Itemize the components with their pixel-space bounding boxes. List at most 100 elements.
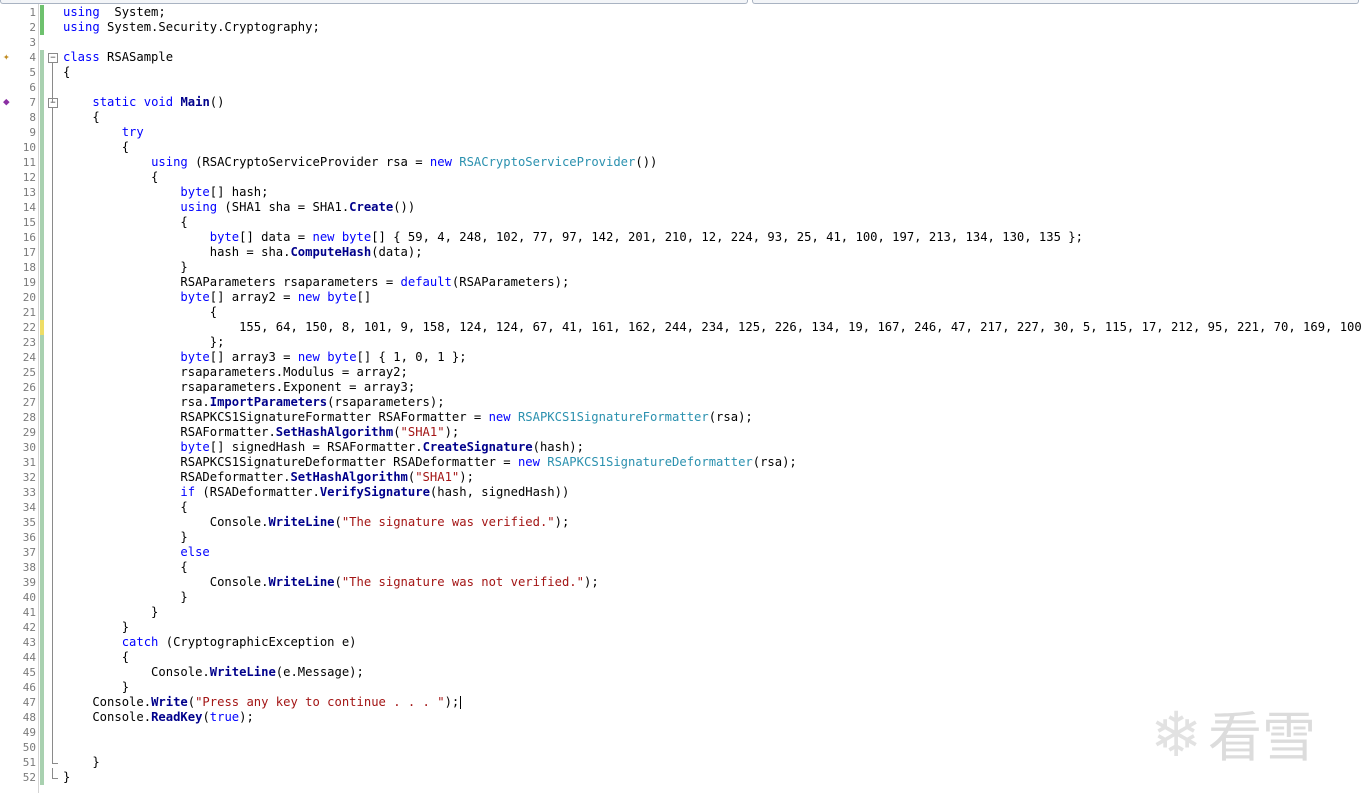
code-line[interactable]: hash = sha.ComputeHash(data); <box>63 245 423 260</box>
code-token: new <box>312 230 335 244</box>
code-token: Main <box>180 95 210 109</box>
code-line[interactable]: { <box>63 500 187 515</box>
code-token: ( <box>187 695 196 709</box>
code-line[interactable]: rsaparameters.Modulus = array2; <box>63 365 407 380</box>
code-line[interactable]: if (RSADeformatter.VerifySignature(hash,… <box>63 485 569 500</box>
code-token: using <box>63 20 100 34</box>
code-line[interactable]: RSAParameters rsaparameters = default(RS… <box>63 275 569 290</box>
code-line[interactable]: using System; <box>63 5 166 20</box>
code-line[interactable]: } <box>63 770 70 785</box>
line-number: 34 <box>22 501 36 514</box>
line-number: 23 <box>22 336 36 349</box>
code-line[interactable]: rsa.ImportParameters(rsaparameters); <box>63 395 445 410</box>
code-line[interactable]: }; <box>63 335 225 350</box>
code-token: ); <box>444 695 460 709</box>
line-number: 50 <box>22 741 36 754</box>
code-token: [] hash; <box>209 185 269 199</box>
code-token: ()) <box>635 155 658 169</box>
code-token: default <box>400 275 452 289</box>
code-token: (RSACryptoServiceProvider rsa = <box>187 155 430 169</box>
code-line[interactable]: byte[] array2 = new byte[] <box>63 290 371 305</box>
code-token: (hash); <box>532 440 584 454</box>
code-line[interactable]: byte[] hash; <box>63 185 268 200</box>
code-line[interactable]: { <box>63 65 70 80</box>
code-token: (data); <box>371 245 423 259</box>
code-line[interactable]: byte[] signedHash = RSAFormatter.CreateS… <box>63 440 584 455</box>
line-number: 35 <box>22 516 36 529</box>
code-token: (RSAParameters); <box>451 275 570 289</box>
code-line[interactable]: byte[] data = new byte[] { 59, 4, 248, 1… <box>63 230 1083 245</box>
code-token: ImportParameters <box>209 395 328 409</box>
code-token: true <box>209 710 240 724</box>
line-number: 48 <box>22 711 36 724</box>
code-line[interactable]: { <box>63 560 187 575</box>
code-line[interactable]: { <box>63 170 158 185</box>
outline-guide <box>52 108 53 763</box>
code-line[interactable]: 155, 64, 150, 8, 101, 9, 158, 124, 124, … <box>63 320 1361 335</box>
code-line[interactable]: Console.WriteLine(e.Message); <box>63 665 364 680</box>
code-token: { <box>63 110 100 124</box>
code-line[interactable]: else <box>63 545 209 560</box>
code-line[interactable]: byte[] array3 = new byte[] { 1, 0, 1 }; <box>63 350 466 365</box>
line-number: 13 <box>22 186 36 199</box>
code-token: byte <box>180 185 210 199</box>
code-token: VerifySignature <box>319 485 430 499</box>
code-line[interactable]: { <box>63 110 100 125</box>
code-token: } <box>63 755 100 769</box>
code-line[interactable]: catch (CryptographicException e) <box>63 635 357 650</box>
code-line[interactable]: } <box>63 755 100 770</box>
code-line[interactable]: using (RSACryptoServiceProvider rsa = ne… <box>63 155 657 170</box>
collapse-toggle[interactable]: − <box>48 98 58 108</box>
code-line[interactable]: { <box>63 305 217 320</box>
outlining-margin[interactable]: − − <box>46 4 60 793</box>
code-line[interactable]: } <box>63 680 129 695</box>
code-token: new <box>517 455 540 469</box>
code-token: { <box>63 140 130 154</box>
code-line[interactable]: class RSASample <box>63 50 173 65</box>
code-token: catch <box>121 635 159 649</box>
code-line[interactable]: try <box>63 125 144 140</box>
code-line[interactable]: Console.ReadKey(true); <box>63 710 253 725</box>
code-token: using <box>63 5 100 19</box>
code-token: rsa. <box>63 395 210 409</box>
line-number: 45 <box>22 666 36 679</box>
code-line[interactable]: } <box>63 260 187 275</box>
code-token: new <box>488 410 511 424</box>
code-line[interactable]: using System.Security.Cryptography; <box>63 20 320 35</box>
code-token: ( <box>393 425 401 439</box>
code-token: (rsaparameters); <box>327 395 445 409</box>
code-line[interactable]: } <box>63 590 187 605</box>
code-line[interactable]: Console.WriteLine("The signature was ver… <box>63 515 570 530</box>
line-number: 4 <box>29 51 36 64</box>
code-line[interactable]: { <box>63 140 129 155</box>
code-line[interactable]: RSAPKCS1SignatureDeformatter RSADeformat… <box>63 455 796 470</box>
code-token: [] array2 = <box>209 290 298 304</box>
code-token: [] signedHash = RSAFormatter. <box>209 440 423 454</box>
code-line[interactable]: } <box>63 605 158 620</box>
code-token: [] { 59, 4, 248, 102, 77, 97, 142, 201, … <box>371 230 1083 244</box>
code-line[interactable]: } <box>63 530 188 545</box>
code-token: ReadKey <box>151 710 203 724</box>
code-area[interactable]: using System; using System.Security.Crypt… <box>63 4 1361 793</box>
collapse-toggle[interactable]: − <box>48 53 58 63</box>
code-token: }; <box>63 335 225 349</box>
code-line[interactable]: { <box>63 650 129 665</box>
code-line[interactable]: Console.WriteLine("The signature was not… <box>63 575 599 590</box>
code-line[interactable]: using (SHA1 sha = SHA1.Create()) <box>63 200 415 215</box>
code-line[interactable]: RSADeformatter.SetHashAlgorithm("SHA1"); <box>63 470 474 485</box>
code-line[interactable]: rsaparameters.Exponent = array3; <box>63 380 415 395</box>
code-line[interactable]: static void Main() <box>63 95 224 110</box>
code-editor[interactable]: ✦ ◆ 1 2 3 4 5 6 7 8 9 10 11 12 13 14 15 16 17 18 19 20 21 22 23… <box>0 4 1361 793</box>
code-line[interactable]: RSAFormatter.SetHashAlgorithm("SHA1"); <box>63 425 459 440</box>
code-line[interactable]: { <box>63 215 187 230</box>
code-line[interactable]: Console.Write("Press any key to continue… <box>63 695 462 710</box>
code-line[interactable]: RSAPKCS1SignatureFormatter RSAFormatter … <box>63 410 752 425</box>
code-token: } <box>63 530 188 544</box>
code-line[interactable]: } <box>63 620 129 635</box>
line-number: 44 <box>22 651 36 664</box>
